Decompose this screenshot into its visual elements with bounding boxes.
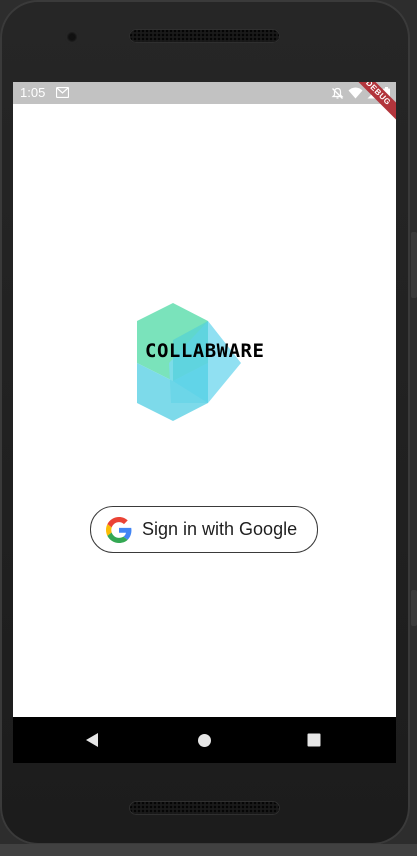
google-sign-in-label: Sign in with Google xyxy=(142,519,298,539)
status-bar: 1:05 DEBUG xyxy=(13,82,396,126)
google-sign-in-button[interactable]: Sign in with Google xyxy=(90,506,318,553)
recents-button[interactable] xyxy=(305,731,323,749)
notifications-off-icon xyxy=(331,87,344,99)
back-button[interactable] xyxy=(83,731,101,749)
bottom-speaker xyxy=(129,801,280,815)
google-icon xyxy=(106,516,132,543)
phone-frame: 1:05 DEBUG COLLABWARE Sign in with Googl… xyxy=(0,0,410,845)
recents-icon xyxy=(307,733,321,747)
volume-button xyxy=(411,232,417,298)
collabware-logo: COLLABWARE xyxy=(133,300,295,424)
top-speaker xyxy=(129,29,280,43)
back-icon xyxy=(86,733,98,747)
gmail-icon xyxy=(56,87,69,98)
power-button xyxy=(411,590,417,626)
logo-text: COLLABWARE xyxy=(145,340,265,362)
device-background: 1:05 DEBUG COLLABWARE Sign in with Googl… xyxy=(0,0,417,856)
front-camera xyxy=(67,32,77,42)
wifi-icon xyxy=(348,87,363,99)
hexagon-logo-graphic xyxy=(137,303,241,421)
navigation-bar xyxy=(13,717,396,763)
device-bottom-edge xyxy=(0,844,417,856)
status-time: 1:05 xyxy=(20,85,46,100)
home-icon xyxy=(197,733,211,747)
home-button[interactable] xyxy=(195,731,213,749)
app-screen: 1:05 DEBUG COLLABWARE Sign in with Googl… xyxy=(13,82,396,763)
